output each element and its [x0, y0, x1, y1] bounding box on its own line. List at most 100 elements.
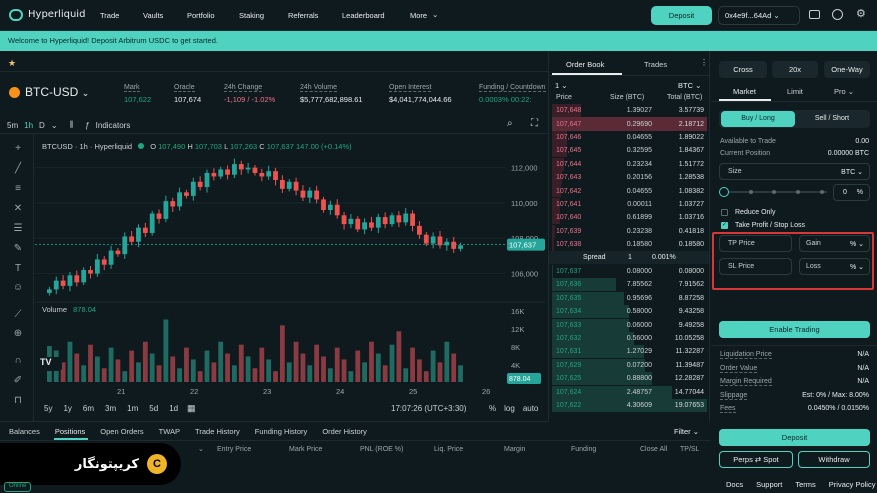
gain-input[interactable]: Gain % ⌄	[799, 235, 870, 252]
leverage-button[interactable]: 20x	[772, 61, 818, 78]
ask-row[interactable]: 107,644 0.23234 1.51772	[552, 158, 707, 171]
range-1y[interactable]: 1y	[63, 404, 71, 413]
tick-select[interactable]: 1 ⌄	[555, 81, 568, 90]
tab-trade-history[interactable]: Trade History	[195, 427, 240, 436]
indicators-button[interactable]: Indicators	[96, 121, 131, 130]
ask-row[interactable]: 107,638 0.18580 0.18580	[552, 238, 707, 251]
ask-row[interactable]: 107,647 0.29690 2.18712	[552, 117, 707, 131]
loss-unit[interactable]: % ⌄	[850, 263, 864, 271]
tf-1h[interactable]: 1h	[24, 121, 33, 130]
gear-icon[interactable]: ⚙	[856, 7, 866, 20]
footer-privacy[interactable]: Privacy Policy	[829, 480, 876, 489]
ask-row[interactable]: 107,645 0.32595 1.84367	[552, 144, 707, 157]
auto-toggle[interactable]: auto	[523, 404, 539, 413]
ask-row[interactable]: 107,639 0.23238 0.41818	[552, 225, 707, 238]
bid-row[interactable]: 107,625 0.88800 12.28287	[552, 372, 707, 385]
deposit-button[interactable]: Deposit	[651, 6, 712, 25]
ask-row[interactable]: 107,642 0.04655 1.08382	[552, 184, 707, 197]
tf-5m[interactable]: 5m	[7, 121, 18, 130]
bid-row[interactable]: 107,636 7.85562 7.91562	[552, 278, 707, 291]
magnet-icon[interactable]: ∩	[10, 355, 26, 369]
bid-row[interactable]: 107,635 0.95696 8.87258	[552, 292, 707, 305]
asset-select[interactable]: BTC ⌄	[678, 81, 701, 90]
slider-handle[interactable]	[719, 187, 729, 197]
size-pct-input[interactable]: 0 %	[833, 184, 870, 201]
bid-row[interactable]: 107,633 0.06000 9.49258	[552, 319, 707, 332]
range-5d[interactable]: 5d	[149, 404, 158, 413]
star-icon[interactable]: ★	[8, 58, 16, 69]
logo-icon[interactable]	[9, 9, 23, 21]
wallet-button[interactable]: 0x4e9f...64Ad ⌄	[718, 6, 800, 25]
camera-icon[interactable]: ⌕	[507, 118, 513, 129]
bid-row[interactable]: 107,629 0.07200 11.39487	[552, 359, 707, 372]
pattern-icon[interactable]: ✕	[10, 203, 26, 217]
filter-button[interactable]: Filter ⌄	[674, 427, 699, 436]
tab-funding-history[interactable]: Funding History	[255, 427, 308, 436]
tab-open-orders[interactable]: Open Orders	[100, 427, 143, 436]
fib-icon[interactable]: ☰	[10, 223, 26, 237]
crosshair-icon[interactable]: +	[10, 143, 26, 157]
footer-terms[interactable]: Terms	[795, 480, 815, 489]
size-input[interactable]: Size BTC ⌄	[719, 163, 870, 180]
fullscreen-icon[interactable]: ⛶	[531, 118, 538, 129]
ask-row[interactable]: 107,641 0.00011 1.03727	[552, 198, 707, 211]
range-5y[interactable]: 5y	[44, 404, 52, 413]
nav-portfolio[interactable]: Portfolio	[187, 11, 215, 20]
tab-pro[interactable]: Pro ⌄	[834, 87, 854, 96]
range-1d[interactable]: 1d	[169, 404, 178, 413]
footer-docs[interactable]: Docs	[726, 480, 743, 489]
sell-short-button[interactable]: Sell / Short	[796, 111, 868, 127]
emoji-icon[interactable]: ☺	[10, 282, 26, 296]
nav-referrals[interactable]: Referrals	[288, 11, 318, 20]
tpsl-checkbox[interactable]: ✓	[721, 222, 728, 229]
perps-spot-button[interactable]: Perps ⇄ Spot	[719, 451, 793, 468]
more-icon[interactable]: ⋮	[700, 58, 708, 67]
tab-market[interactable]: Market	[733, 87, 756, 96]
ask-row[interactable]: 107,648 1.39027 3.57739	[552, 104, 707, 117]
bid-row[interactable]: 107,631 1.27029 11.32287	[552, 345, 707, 358]
candles-icon[interactable]: ⫼	[70, 120, 74, 130]
bid-row[interactable]: 107,634 0.58000 9.43258	[552, 305, 707, 318]
calendar-icon[interactable]: ▦	[187, 403, 196, 414]
indicators-icon[interactable]: ƒ	[85, 121, 89, 130]
horizontal-lines-icon[interactable]: ≡	[10, 183, 26, 197]
bid-row[interactable]: 107,622 4.30609 19.07653	[552, 399, 707, 412]
chevron-down-icon[interactable]: ⌄	[51, 121, 58, 130]
logo-text[interactable]: Hyperliquid	[28, 9, 85, 20]
tab-trades[interactable]: Trades	[644, 60, 667, 69]
range-1m[interactable]: 1m	[127, 404, 138, 413]
bid-row[interactable]: 107,624 2.48757 14.77044	[552, 386, 707, 399]
range-6m[interactable]: 6m	[83, 404, 94, 413]
range-3m[interactable]: 3m	[105, 404, 116, 413]
nav-trade[interactable]: Trade	[100, 11, 119, 20]
screen-icon[interactable]	[809, 10, 820, 19]
tab-limit[interactable]: Limit	[787, 87, 803, 96]
tab-orderbook[interactable]: Order Book	[566, 60, 604, 69]
tp-price-input[interactable]: TP Price	[719, 235, 792, 252]
tab-positions[interactable]: Positions	[55, 427, 85, 436]
withdraw-button[interactable]: Withdraw	[798, 451, 870, 468]
sl-price-input[interactable]: SL Price	[719, 258, 792, 275]
percent-toggle[interactable]: %	[489, 404, 496, 413]
tab-balances[interactable]: Balances	[9, 427, 40, 436]
enable-trading-button[interactable]: Enable Trading	[719, 321, 870, 338]
lock-icon[interactable]: ⊓	[10, 395, 26, 409]
ask-row[interactable]: 107,646 0.04655 1.89022	[552, 131, 707, 144]
trendline-icon[interactable]: ╱	[10, 163, 26, 177]
size-asset[interactable]: BTC ⌄	[841, 168, 863, 176]
ruler-icon[interactable]: ⟋	[10, 309, 26, 323]
footer-support[interactable]: Support	[756, 480, 782, 489]
price-chart[interactable]: 112,000110,000108,000106,000107,63716K12…	[35, 150, 545, 420]
nav-staking[interactable]: Staking	[239, 11, 264, 20]
log-toggle[interactable]: log	[504, 404, 515, 413]
reduce-only-checkbox[interactable]	[721, 209, 728, 216]
bid-row[interactable]: 107,632 0.56000 10.05258	[552, 332, 707, 345]
globe-icon[interactable]	[832, 9, 843, 20]
buy-long-button[interactable]: Buy / Long	[721, 111, 795, 127]
margin-mode-button[interactable]: Cross	[719, 61, 767, 78]
nav-vaults[interactable]: Vaults	[143, 11, 163, 20]
gain-unit[interactable]: % ⌄	[850, 240, 864, 248]
nav-leaderboard[interactable]: Leaderboard	[342, 11, 385, 20]
zoom-in-icon[interactable]: ⊕	[10, 328, 26, 342]
text-icon[interactable]: T	[10, 263, 26, 277]
